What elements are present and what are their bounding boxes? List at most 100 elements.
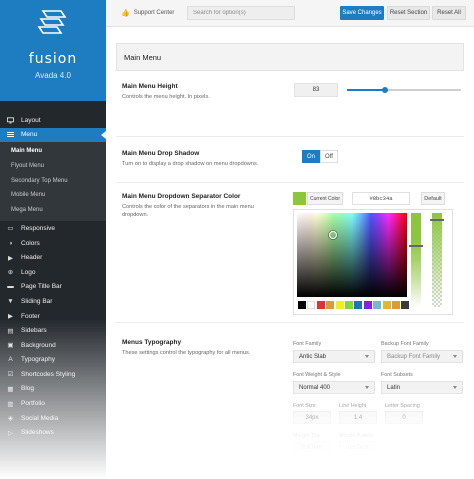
header-icon: ▶ (8, 254, 13, 262)
palette-icon: ◑ (8, 239, 13, 247)
alpha-slider[interactable] (432, 213, 442, 307)
sidebar-item-logo[interactable]: ⊕ Logo (0, 265, 106, 280)
preset-color-chip[interactable] (335, 301, 344, 309)
preset-color-chip[interactable] (316, 301, 325, 309)
sidebar-item-page-title-bar[interactable]: ▬ Page Title Bar (0, 280, 106, 295)
sidebar-item-background[interactable]: ▣ Background (0, 338, 106, 353)
footer-icon: ▶ (8, 313, 13, 321)
letter-spacing-label: Letter Spacing (385, 403, 420, 409)
option-title: Main Menu Height (122, 83, 178, 90)
margin-bottom-input[interactable]: 0.67em (339, 441, 377, 454)
option-description: Controls the menu height. In pixels. (122, 94, 210, 100)
sidebar-item-label: Header (21, 254, 43, 262)
preset-color-chip[interactable] (373, 301, 382, 309)
submenu-item-mobile-menu[interactable]: Mobile Menu (0, 188, 106, 203)
font-subsets-select[interactable]: Latin (381, 381, 463, 394)
drop-shadow-off-button[interactable]: Off (320, 150, 338, 163)
option-menu-height: Main Menu Height Controls the menu heigh… (116, 71, 464, 137)
margin-bottom-label: Margin Bottom (339, 433, 375, 439)
search-input[interactable] (187, 6, 295, 20)
fusion-logo-icon (37, 10, 67, 34)
line-height-label: Line Height (339, 403, 367, 409)
submenu-item-main-menu[interactable]: Main Menu (0, 144, 106, 159)
option-description: Controls the color of the separators in … (122, 204, 254, 218)
reset-section-button[interactable]: Reset Section (387, 6, 430, 20)
hex-color-field[interactable]: #8bc34a (352, 192, 410, 205)
backup-family-select[interactable]: Backup Font Family (381, 350, 463, 363)
backup-family-value: Backup Font Family (387, 353, 441, 360)
preset-color-chip[interactable] (363, 301, 372, 309)
margin-top-input[interactable]: 0.67em (293, 441, 331, 454)
margin-top-label: Margin Top (293, 433, 320, 439)
preset-color-chip[interactable] (354, 301, 363, 309)
sidebar-item-responsive[interactable]: ▭ Responsive (0, 221, 106, 236)
hue-slider-marker[interactable] (409, 245, 423, 247)
sidebar-item-typography[interactable]: A Typography (0, 353, 106, 368)
sidebar-item-label: Sliding Bar (21, 297, 53, 305)
options-main: Main Menu Main Menu Height Controls the … (106, 27, 474, 479)
submenu-item-secondary-top-menu[interactable]: Secondary Top Menu (0, 173, 106, 188)
option-description: Turn on to display a drop shadow on menu… (122, 161, 259, 167)
sidebar-item-layout[interactable]: Layout (0, 113, 106, 128)
option-title: Menus Typography (122, 339, 182, 346)
menu-height-slider-fill (347, 89, 385, 91)
alpha-gradient (432, 213, 442, 307)
chevron-down-icon (365, 386, 369, 389)
letter-spacing-input[interactable]: 0 (385, 411, 423, 424)
option-title: Main Menu Drop Shadow (122, 150, 200, 157)
drop-shadow-on-button[interactable]: On (302, 150, 320, 163)
image-icon: ▣ (7, 342, 14, 350)
support-center-link[interactable]: 👍 Support Center (121, 9, 174, 17)
reset-all-button[interactable]: Reset All (432, 6, 466, 20)
current-color-swatch (293, 192, 306, 205)
sidebar-item-footer[interactable]: ▶ Footer (0, 309, 106, 324)
backup-family-label: Backup Font Family (381, 341, 429, 347)
menu-height-slider-handle[interactable] (381, 87, 388, 93)
sidebar-item-sliding-bar[interactable]: ▼ Sliding Bar (0, 294, 106, 309)
submenu-item-mega-menu[interactable]: Mega Menu (0, 203, 106, 218)
preset-color-chip[interactable] (298, 301, 306, 309)
thumbs-up-icon: 👍 (121, 10, 130, 17)
sidebar-item-label: Layout (21, 116, 41, 124)
sidebar-item-colors[interactable]: ◑ Colors (0, 236, 106, 251)
monitor-icon (7, 117, 14, 124)
font-size-input[interactable]: 34px (293, 411, 331, 424)
option-drop-shadow: Main Menu Drop Shadow Turn on to display… (116, 137, 464, 183)
sidebar-item-menu[interactable]: Menu (0, 127, 106, 143)
preset-color-chip[interactable] (326, 301, 335, 309)
preset-color-chip[interactable] (307, 301, 316, 309)
sidebar-item-blog[interactable]: ▦ Blog (0, 382, 106, 397)
font-weight-select[interactable]: Normal 400 (293, 381, 375, 394)
option-menus-typography: Menus Typography These settings control … (116, 323, 464, 479)
preset-color-chip[interactable] (345, 301, 353, 309)
preset-color-chip[interactable] (382, 301, 391, 309)
alpha-slider-marker[interactable] (430, 219, 444, 221)
font-family-select[interactable]: Antic Slab (293, 350, 375, 363)
sidebar-item-label: Slideshows (21, 429, 54, 437)
sidebar-item-sidebars[interactable]: ▤ Sidebars (0, 323, 106, 338)
menu-height-value[interactable]: 83 (294, 83, 338, 97)
sidebar-icon: ▤ (7, 327, 14, 335)
preset-color-chip[interactable] (392, 301, 400, 309)
line-height-input[interactable]: 1.4 (339, 411, 377, 424)
sidebar-item-shortcodes-styling[interactable]: ☑ Shortcodes Styling (0, 367, 106, 382)
brand-version: Avada 4.0 (35, 71, 71, 80)
font-weight-label: Font Weight & Style (293, 372, 341, 378)
sidebar-item-label: Shortcodes Styling (21, 370, 76, 378)
font-size-label: Font Size (293, 403, 316, 409)
sidebar-item-portfolio[interactable]: ▥ Portfolio (0, 396, 106, 411)
share-icon: ◈ (8, 415, 13, 423)
submenu-item-flyout-menu[interactable]: Flyout Menu (0, 159, 106, 174)
slideshow-icon: ▷ (8, 429, 13, 437)
sidebar-item-social-media[interactable]: ◈ Social Media (0, 411, 106, 426)
default-color-button[interactable]: Default (421, 192, 445, 205)
section-title: Main Menu (116, 43, 464, 71)
preset-color-chip[interactable] (401, 301, 410, 309)
palette-handle[interactable] (329, 231, 337, 239)
save-changes-button[interactable]: Save Changes (340, 6, 384, 20)
sidebar-item-header[interactable]: ▶ Header (0, 250, 106, 265)
option-separator-color: Main Menu Dropdown Separator Color Contr… (116, 183, 464, 323)
sidebar-item-slideshows[interactable]: ▷ Slideshows (0, 425, 106, 440)
hue-slider[interactable] (411, 213, 421, 307)
saturation-palette[interactable] (297, 213, 407, 297)
